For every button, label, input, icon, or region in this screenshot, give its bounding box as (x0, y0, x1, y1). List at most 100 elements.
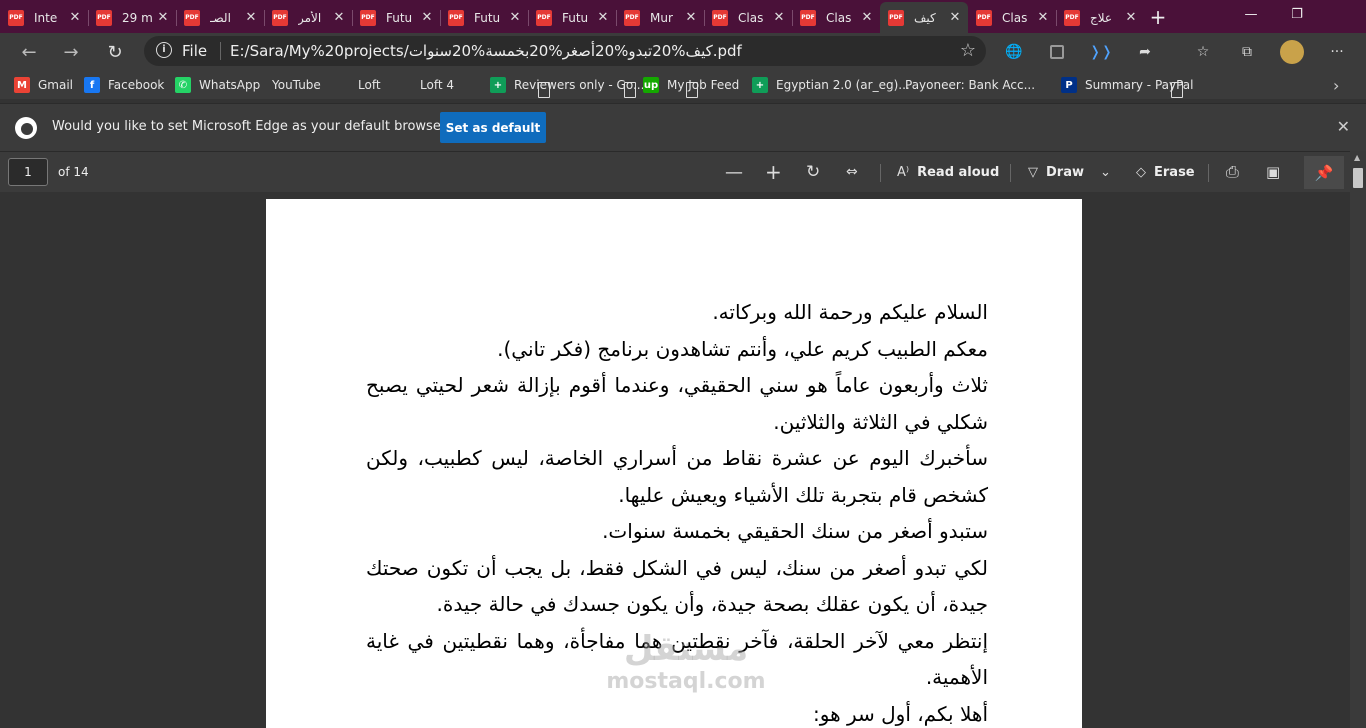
tab[interactable]: PDF Inte ✕ (0, 2, 88, 33)
draw-options-chevron-down-icon[interactable]: ⌄ (1100, 161, 1111, 183)
pdf-file-icon: PDF (96, 9, 112, 26)
close-tab-icon[interactable]: ✕ (156, 10, 170, 25)
close-tab-icon[interactable]: ✕ (1124, 10, 1138, 25)
tab-title: Inte (34, 10, 58, 25)
document-paragraph: ثلاث وأربعون عاماً هو سني الحقيقي، وعندم… (366, 373, 988, 434)
close-tab-icon[interactable]: ✕ (948, 10, 962, 25)
bookmark-item[interactable]: YouTube (272, 75, 550, 98)
rotate-icon[interactable]: ↻ (806, 161, 820, 183)
bookmark-item[interactable]: ✆ WhatsApp (175, 75, 260, 95)
zoom-in-icon[interactable]: + (765, 160, 782, 184)
tab-title: كيف (914, 10, 936, 25)
profile-avatar[interactable] (1280, 40, 1304, 64)
bookmark-label: WhatsApp (199, 78, 261, 92)
close-tab-icon[interactable]: ✕ (596, 10, 610, 25)
extension-wave-icon[interactable]: ❭❭ (1089, 41, 1112, 63)
minimize-button[interactable]: — (1228, 0, 1274, 28)
bookmark-item[interactable]: Payoneer: Bank Acc... (905, 75, 1183, 98)
close-tab-icon[interactable]: ✕ (68, 10, 82, 25)
favorite-star-icon[interactable]: ☆ (960, 40, 976, 61)
tab[interactable]: PDF كيف ✕ (880, 2, 968, 33)
close-tab-icon[interactable]: ✕ (420, 10, 434, 25)
bookmark-item[interactable]: P Summary - PayPal (1061, 75, 1194, 95)
pdf-file-icon: PDF (712, 9, 728, 26)
close-tab-icon[interactable]: ✕ (860, 10, 874, 25)
pin-toolbar-icon[interactable]: 📌 (1304, 156, 1344, 189)
pdf-file-icon: PDF (360, 9, 376, 26)
bookmark-item[interactable]: M Gmail (14, 75, 73, 95)
tab-title: الصـ (210, 10, 231, 25)
save-icon[interactable]: ▣ (1266, 161, 1280, 183)
tab[interactable]: PDF Mur ✕ (616, 2, 704, 33)
erase-button[interactable]: ◇ Erase (1136, 161, 1195, 183)
whatsapp-icon: ✆ (175, 77, 191, 93)
extension-globe-icon[interactable]: 🌐 (1003, 41, 1025, 63)
read-aloud-label: Read aloud (917, 164, 1000, 180)
pdf-file-icon: PDF (888, 9, 904, 26)
tab[interactable]: PDF Futu ✕ (528, 2, 616, 33)
pdf-file-icon: PDF (800, 9, 816, 26)
scroll-up-arrow-icon[interactable]: ▲ (1354, 153, 1360, 162)
more-menu-icon[interactable]: ··· (1326, 41, 1348, 63)
close-tab-icon[interactable]: ✕ (684, 10, 698, 25)
set-as-default-button[interactable]: Set as default (440, 112, 546, 143)
page-number-input[interactable]: 1 (8, 158, 48, 186)
pdf-file-icon: PDF (448, 9, 464, 26)
bookmark-item[interactable]: up My Job Feed (643, 75, 739, 95)
tab[interactable]: PDF الأمر ✕ (264, 2, 352, 33)
paypal-icon: P (1061, 77, 1077, 93)
tab[interactable]: PDF الصـ ✕ (176, 2, 264, 33)
tab-strip: PDF Inte ✕ PDF 29 m ✕ PDF الصـ ✕ PDF الأمر ✕ PDF Futu… (0, 0, 1366, 33)
draw-button[interactable]: ▽ Draw (1028, 161, 1084, 183)
bookmark-item[interactable]: Loft (358, 75, 636, 98)
tab[interactable]: PDF Futu ✕ (440, 2, 528, 33)
document-paragraph: سأخبرك اليوم عن عشرة نقاط من أسراري الخا… (366, 446, 988, 507)
bookmark-item[interactable]: + Reviewers only - Go... (490, 75, 644, 95)
back-button[interactable]: ← (14, 39, 44, 65)
tab[interactable]: PDF Clas ✕ (704, 2, 792, 33)
close-tab-icon[interactable]: ✕ (332, 10, 346, 25)
forward-button[interactable]: → (56, 39, 86, 65)
favorites-icon[interactable]: ☆ (1192, 41, 1214, 63)
pdf-file-icon: PDF (1064, 9, 1080, 26)
new-tab-button[interactable]: + (1144, 5, 1172, 29)
vertical-scrollbar[interactable]: ▲ (1350, 151, 1366, 728)
tab[interactable]: PDF Clas ✕ (792, 2, 880, 33)
restore-button[interactable]: ❐ (1274, 0, 1320, 28)
refresh-button[interactable]: ↻ (100, 39, 130, 65)
tab[interactable]: PDF Futu ✕ (352, 2, 440, 33)
bookmark-item[interactable]: f Facebook (84, 75, 164, 95)
close-icon[interactable]: ✕ (1337, 117, 1350, 136)
print-icon[interactable]: ⎙ (1226, 161, 1239, 183)
gmail-icon: M (14, 77, 30, 93)
infobar-message: Would you like to set Microsoft Edge as … (52, 119, 454, 134)
read-aloud-button[interactable]: A⁾ Read aloud (897, 161, 999, 183)
address-bar[interactable]: i File E:/Sara/My%20projects/كيف%20تبدو%… (144, 36, 986, 66)
close-tab-icon[interactable]: ✕ (1036, 10, 1050, 25)
url-text[interactable]: E:/Sara/My%20projects/كيف%20تبدو%20أصغر%… (230, 42, 742, 60)
divider (220, 42, 221, 60)
fit-page-icon[interactable]: ⇔ (846, 161, 858, 183)
draw-pen-icon: ▽ (1028, 164, 1038, 180)
bookmark-item[interactable]: + Egyptian 2.0 (ar_eg)... (752, 75, 910, 95)
collections-icon[interactable]: ⧉ (1236, 41, 1258, 63)
info-icon[interactable]: i (156, 42, 172, 58)
zoom-out-icon[interactable]: — (725, 161, 743, 183)
bookmark-label: Gmail (38, 78, 74, 92)
tab[interactable]: PDF Clas ✕ (968, 2, 1056, 33)
tab-title: Clas (1002, 10, 1028, 25)
close-tab-icon[interactable]: ✕ (508, 10, 522, 25)
bookmarks-overflow-icon[interactable]: › (1333, 75, 1339, 95)
pdf-viewer[interactable]: السلام عليكم ورحمة الله وبركاته. معكم الط… (0, 192, 1350, 728)
extension-arrow-icon[interactable]: ➦ (1134, 41, 1156, 63)
tab[interactable]: PDF 29 m ✕ (88, 2, 176, 33)
scrollbar-thumb[interactable] (1353, 168, 1363, 188)
tab[interactable]: PDF علاج ✕ (1056, 2, 1144, 33)
extension-box-icon[interactable] (1046, 41, 1068, 63)
close-tab-icon[interactable]: ✕ (244, 10, 258, 25)
bookmark-label: My Job Feed (667, 78, 740, 92)
bookmark-item[interactable]: Loft 4 (420, 75, 698, 98)
document-paragraph: ستبدو أصغر من سنك الحقيقي بخمسة سنوات. (602, 519, 988, 543)
close-tab-icon[interactable]: ✕ (772, 10, 786, 25)
pdf-file-icon: PDF (976, 9, 992, 26)
